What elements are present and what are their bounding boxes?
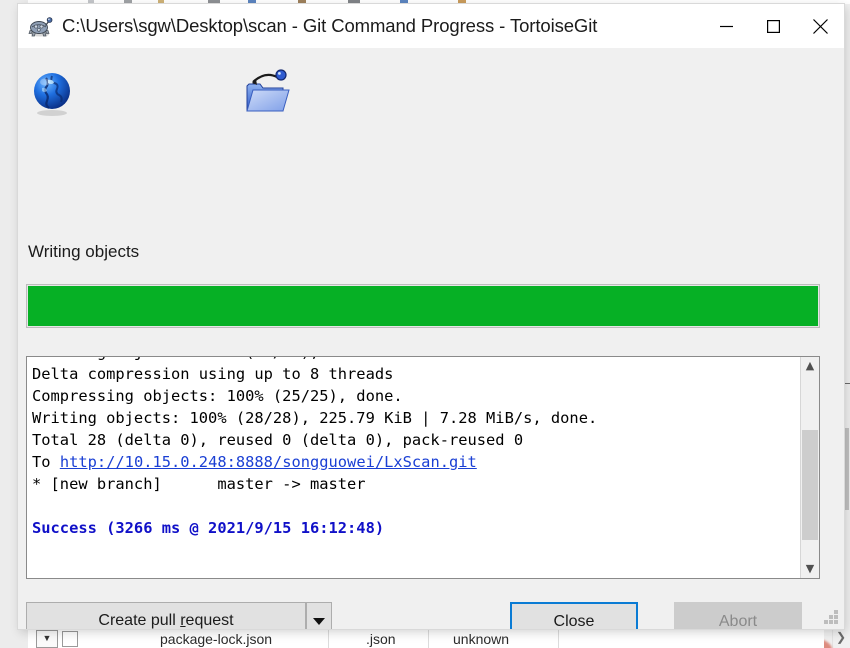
close-icon <box>813 18 828 34</box>
log-line: To http://10.15.0.248:8888/songguowei/Lx… <box>32 453 477 471</box>
create-pull-request-dropdown-button[interactable] <box>306 602 332 629</box>
command-output-log[interactable]: Counting objects: 100% (28/28), done. Del… <box>26 356 820 579</box>
folder-push-icon <box>243 66 299 122</box>
abort-button: Abort <box>674 602 802 629</box>
close-button-label: Close <box>553 613 595 629</box>
chevron-down-icon[interactable]: ▼ <box>801 560 819 578</box>
log-line: Writing objects: 100% (28/28), 225.79 Ki… <box>32 409 598 427</box>
maximize-icon <box>767 19 780 33</box>
success-message: Success (3266 ms @ 2021/9/15 16:12:48) <box>32 519 385 537</box>
background-checkbox[interactable] <box>62 631 78 647</box>
globe-icon <box>28 70 76 118</box>
progress-bar-fill <box>28 286 818 326</box>
close-button[interactable] <box>797 4 844 48</box>
git-command-progress-dialog: C:\Users\sgw\Desktop\scan - Git Command … <box>18 4 844 629</box>
log-scrollbar[interactable]: ▲ ▼ <box>800 357 819 578</box>
background-file-row[interactable]: package-lock.json .json unknown <box>28 628 824 648</box>
dialog-content: Writing objects Counting objects: 100% (… <box>18 48 844 629</box>
title-bar[interactable]: C:\Users\sgw\Desktop\scan - Git Command … <box>18 4 844 48</box>
minimize-button[interactable] <box>703 4 750 48</box>
resize-grip-icon[interactable] <box>824 610 838 624</box>
minimize-icon <box>720 25 733 27</box>
progress-status-label: Writing objects <box>28 242 140 261</box>
log-line: Delta compression using up to 8 threads <box>32 365 394 383</box>
chevron-up-icon[interactable]: ▲ <box>801 357 819 375</box>
create-pull-request-label: Create pull request <box>98 612 234 629</box>
tortoisegit-turtle-icon <box>26 12 54 40</box>
background-file-name: package-lock.json <box>160 631 273 647</box>
window-title: C:\Users\sgw\Desktop\scan - Git Command … <box>62 15 598 36</box>
background-dropdown-icon[interactable]: ▼ <box>36 630 58 648</box>
log-text: Counting objects: 100% (28/28), done. Del… <box>32 357 598 539</box>
log-line: * [new branch] master -> master <box>32 475 366 493</box>
close-dialog-button[interactable]: Close <box>510 602 638 629</box>
remote-url-link[interactable]: http://10.15.0.248:8888/songguowei/LxSca… <box>60 453 477 471</box>
create-pull-request-button[interactable]: Create pull request <box>26 602 306 629</box>
background-file-extension: .json <box>366 631 396 647</box>
log-scrollbar-thumb[interactable] <box>802 430 818 540</box>
caret-down-icon <box>313 617 325 625</box>
screen: /8 ❯ ❯ package-lock.json .json unknown ▼ <box>0 0 850 648</box>
log-line: Compressing objects: 100% (25/25), done. <box>32 387 403 405</box>
progress-bar <box>26 284 820 328</box>
abort-button-label: Abort <box>718 613 758 629</box>
log-line: Total 28 (delta 0), reused 0 (delta 0), … <box>32 431 524 449</box>
maximize-button[interactable] <box>750 4 797 48</box>
background-chevron-down-icon-2[interactable]: ❯ <box>834 630 848 644</box>
log-line: Counting objects: 100% (28/28), done. <box>32 357 597 363</box>
background-file-status: unknown <box>453 631 510 647</box>
log-line: Success (3266 ms @ 2021/9/15 16:12:48) <box>32 517 597 539</box>
